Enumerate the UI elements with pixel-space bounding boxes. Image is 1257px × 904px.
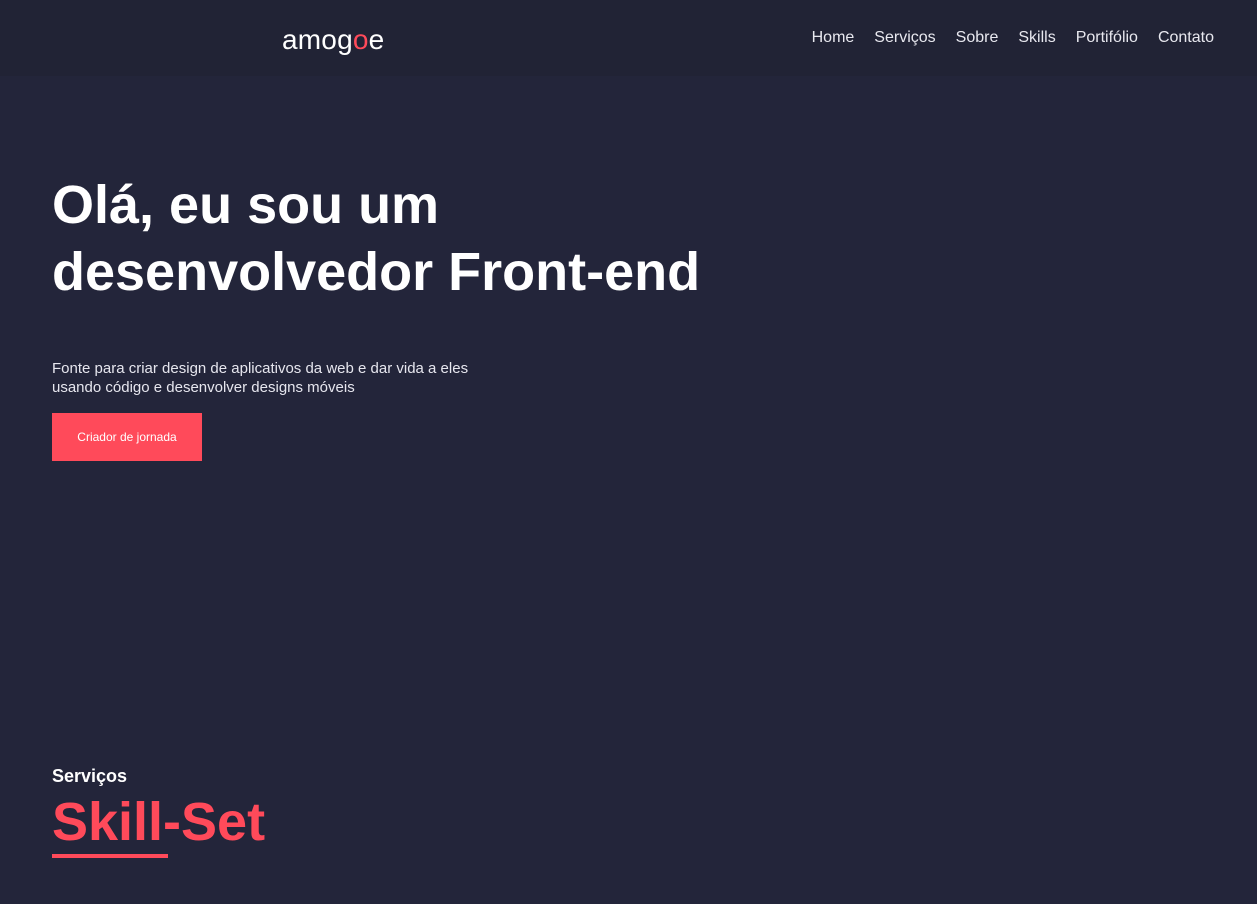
site-logo[interactable]: amogoe [282, 22, 384, 58]
heading-underline [52, 854, 168, 858]
logo-text-end: e [368, 24, 385, 55]
hero-title-line1: Olá, eu sou um [52, 175, 440, 235]
hero-title: Olá, eu sou um desenvolvedor Front-end [52, 172, 812, 306]
nav-link-sobre[interactable]: Sobre [956, 28, 999, 48]
nav-link-portifolio[interactable]: Portifólio [1076, 28, 1138, 48]
logo-accent-letter: o [352, 24, 369, 55]
main-nav: Home Serviços Sobre Skills Portifólio Co… [812, 28, 1214, 48]
top-navbar: amogoe Home Serviços Sobre Skills Portif… [0, 0, 1257, 76]
nav-link-home[interactable]: Home [812, 28, 855, 48]
logo-text-start: amog [282, 24, 353, 55]
nav-link-servicos[interactable]: Serviços [874, 28, 935, 48]
hero-subtitle: Fonte para criar design de aplicativos d… [52, 360, 469, 396]
skill-set-heading: Skill-Set [52, 792, 266, 852]
hero-title-line2: desenvolvedor Front-end [52, 242, 701, 302]
nav-link-contato[interactable]: Contato [1158, 28, 1214, 48]
services-section-label: Serviços [52, 766, 128, 786]
nav-link-skills[interactable]: Skills [1018, 28, 1055, 48]
journey-creator-button[interactable]: Criador de jornada [52, 413, 202, 461]
